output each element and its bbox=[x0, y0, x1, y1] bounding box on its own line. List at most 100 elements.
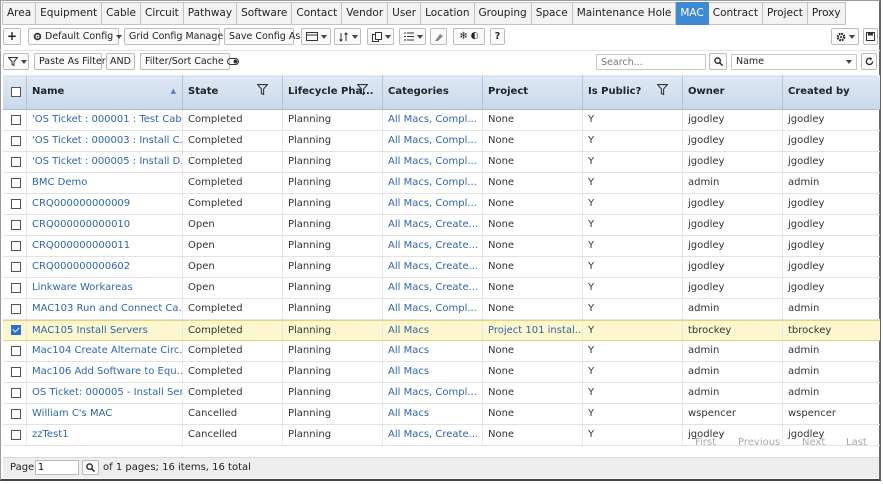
name-cell[interactable]: Mac106 Add Software to Equ... bbox=[32, 366, 182, 377]
list-dropdown[interactable] bbox=[399, 28, 426, 45]
row-checkbox[interactable] bbox=[11, 409, 21, 419]
project-cell[interactable]: Project 101 instal... bbox=[488, 325, 582, 336]
row-checkbox[interactable] bbox=[11, 346, 21, 356]
categories-cell[interactable]: All Macs, Create... bbox=[388, 219, 478, 230]
row-checkbox[interactable] bbox=[11, 388, 21, 398]
tab-grouping[interactable]: Grouping bbox=[474, 2, 532, 25]
filter-dropdown[interactable] bbox=[3, 53, 29, 70]
categories-cell[interactable]: All Macs bbox=[388, 325, 429, 336]
tab-location[interactable]: Location bbox=[421, 2, 475, 25]
categories-cell[interactable]: All Macs, Create... bbox=[388, 261, 478, 272]
row-checkbox[interactable] bbox=[11, 178, 21, 188]
categories-cell[interactable]: All Macs, Compl... bbox=[388, 177, 477, 188]
filter-icon[interactable] bbox=[257, 84, 268, 95]
last-page-link[interactable]: Last bbox=[846, 437, 867, 448]
column-header-lifecycle[interactable]: Lifecycle Pha... bbox=[283, 75, 383, 109]
column-header-is-public[interactable]: Is Public? bbox=[583, 75, 683, 109]
name-cell[interactable]: 'OS Ticket : 000001 : Test Cab... bbox=[32, 114, 182, 125]
categories-cell[interactable]: All Macs, Compl... bbox=[388, 135, 477, 146]
tab-equipment[interactable]: Equipment bbox=[36, 2, 103, 25]
paste-as-filter-button[interactable]: Paste As Filter bbox=[34, 53, 106, 70]
snowflake-toggle[interactable]: ❄ ◐ bbox=[453, 28, 485, 45]
table-row[interactable]: CRQ000000000602 Open Planning All Macs, Cre… bbox=[3, 257, 880, 278]
table-row[interactable]: MAC105 Install Servers Completed Planning A… bbox=[3, 320, 880, 341]
search-input[interactable] bbox=[596, 54, 706, 70]
table-row[interactable]: 'OS Ticket : 000005 : Install D... Comple… bbox=[3, 152, 880, 173]
tab-pathway[interactable]: Pathway bbox=[183, 2, 238, 25]
table-row[interactable]: Mac104 Create Alternate Circ... Completed… bbox=[3, 341, 880, 362]
go-to-page-button[interactable] bbox=[82, 460, 99, 475]
name-cell[interactable]: William C's MAC bbox=[32, 408, 112, 419]
name-cell[interactable]: Mac104 Create Alternate Circ... bbox=[32, 345, 182, 356]
save-icon-button[interactable] bbox=[863, 28, 878, 45]
name-cell[interactable]: Linkware Workareas bbox=[32, 282, 133, 293]
categories-cell[interactable]: All Macs, Create... bbox=[388, 240, 478, 251]
name-cell[interactable]: CRQ000000000010 bbox=[32, 219, 130, 230]
column-header-name[interactable]: Name ▲ bbox=[27, 75, 183, 109]
table-row[interactable]: CRQ000000000009 Completed Planning All Macs… bbox=[3, 194, 880, 215]
table-row[interactable]: Mac106 Add Software to Equ... Completed Pl… bbox=[3, 362, 880, 383]
tab-project[interactable]: Project bbox=[762, 2, 808, 25]
table-row[interactable]: OS Ticket: 000005 - Install Ser... Comple… bbox=[3, 383, 880, 404]
first-page-link[interactable]: First bbox=[695, 437, 716, 448]
tab-proxy[interactable]: Proxy bbox=[807, 2, 846, 25]
categories-cell[interactable]: All Macs, Compl... bbox=[388, 387, 477, 398]
name-cell[interactable]: CRQ000000000009 bbox=[32, 198, 130, 209]
settings-dropdown[interactable] bbox=[831, 28, 859, 45]
tab-circuit[interactable]: Circuit bbox=[140, 2, 184, 25]
filter-sort-cache-toggle[interactable]: Filter/Sort Cache bbox=[140, 53, 239, 70]
previous-page-link[interactable]: Previous bbox=[738, 437, 780, 448]
tab-contact[interactable]: Contact bbox=[292, 2, 343, 25]
name-cell[interactable]: 'OS Ticket : 000005 : Install D... bbox=[32, 156, 182, 167]
and-button[interactable]: AND bbox=[106, 53, 135, 70]
row-checkbox[interactable] bbox=[11, 262, 21, 272]
row-checkbox[interactable] bbox=[11, 115, 21, 125]
categories-cell[interactable]: All Macs, Compl... bbox=[388, 114, 477, 125]
categories-cell[interactable]: All Macs bbox=[388, 366, 429, 377]
table-row[interactable]: 'OS Ticket : 000003 : Install C... Comple… bbox=[3, 131, 880, 152]
add-button[interactable]: + bbox=[3, 28, 21, 45]
default-config-dropdown[interactable]: Default Config bbox=[28, 28, 123, 45]
column-header-state[interactable]: State bbox=[183, 75, 283, 109]
search-field-select[interactable]: Name bbox=[731, 54, 857, 70]
row-checkbox[interactable] bbox=[11, 367, 21, 377]
save-config-as-button[interactable]: Save Config As bbox=[224, 28, 300, 45]
row-checkbox[interactable] bbox=[11, 325, 21, 335]
copy-dropdown[interactable] bbox=[367, 28, 394, 45]
tab-mac[interactable]: MAC bbox=[676, 2, 709, 25]
row-checkbox[interactable] bbox=[11, 430, 21, 440]
tab-space[interactable]: Space bbox=[531, 2, 573, 25]
tab-cable[interactable]: Cable bbox=[102, 2, 141, 25]
sort-dropdown[interactable] bbox=[334, 28, 361, 45]
table-row[interactable]: William C's MAC Cancelled Planning All Macs… bbox=[3, 404, 880, 425]
filter-icon[interactable] bbox=[657, 84, 668, 95]
columns-dropdown[interactable] bbox=[301, 28, 331, 45]
name-cell[interactable]: 'OS Ticket : 000003 : Install C... bbox=[32, 135, 182, 146]
filter-icon[interactable] bbox=[357, 84, 368, 95]
grid-config-manager-button[interactable]: Grid Config Manager bbox=[124, 28, 227, 45]
categories-cell[interactable]: All Macs, Compl... bbox=[388, 198, 477, 209]
column-header-project[interactable]: Project bbox=[483, 75, 583, 109]
tab-area[interactable]: Area bbox=[2, 2, 37, 25]
column-header-categories[interactable]: Categories bbox=[383, 75, 483, 109]
name-cell[interactable]: zzTest1 bbox=[32, 429, 69, 440]
row-checkbox[interactable] bbox=[11, 136, 21, 146]
row-checkbox[interactable] bbox=[11, 199, 21, 209]
categories-cell[interactable]: All Macs, Compl... bbox=[388, 303, 477, 314]
row-checkbox[interactable] bbox=[11, 241, 21, 251]
name-cell[interactable]: OS Ticket: 000005 - Install Ser... bbox=[32, 387, 182, 398]
tab-vendor[interactable]: Vendor bbox=[342, 2, 389, 25]
tab-user[interactable]: User bbox=[388, 2, 422, 25]
table-row[interactable]: Linkware Workareas Open Planning All Macs, … bbox=[3, 278, 880, 299]
categories-cell[interactable]: All Macs bbox=[388, 345, 429, 356]
name-cell[interactable]: MAC105 Install Servers bbox=[32, 325, 148, 336]
row-checkbox[interactable] bbox=[11, 304, 21, 314]
table-row[interactable]: 'OS Ticket : 000001 : Test Cab... Complet… bbox=[3, 110, 880, 131]
categories-cell[interactable]: All Macs bbox=[388, 408, 429, 419]
tab-maintenance-hole[interactable]: Maintenance Hole bbox=[572, 2, 677, 25]
name-cell[interactable]: BMC Demo bbox=[32, 177, 87, 188]
name-cell[interactable]: CRQ000000000602 bbox=[32, 261, 130, 272]
next-page-link[interactable]: Next bbox=[802, 437, 825, 448]
name-cell[interactable]: CRQ000000000011 bbox=[32, 240, 130, 251]
table-row[interactable]: CRQ000000000011 Open Planning All Macs, Cre… bbox=[3, 236, 880, 257]
